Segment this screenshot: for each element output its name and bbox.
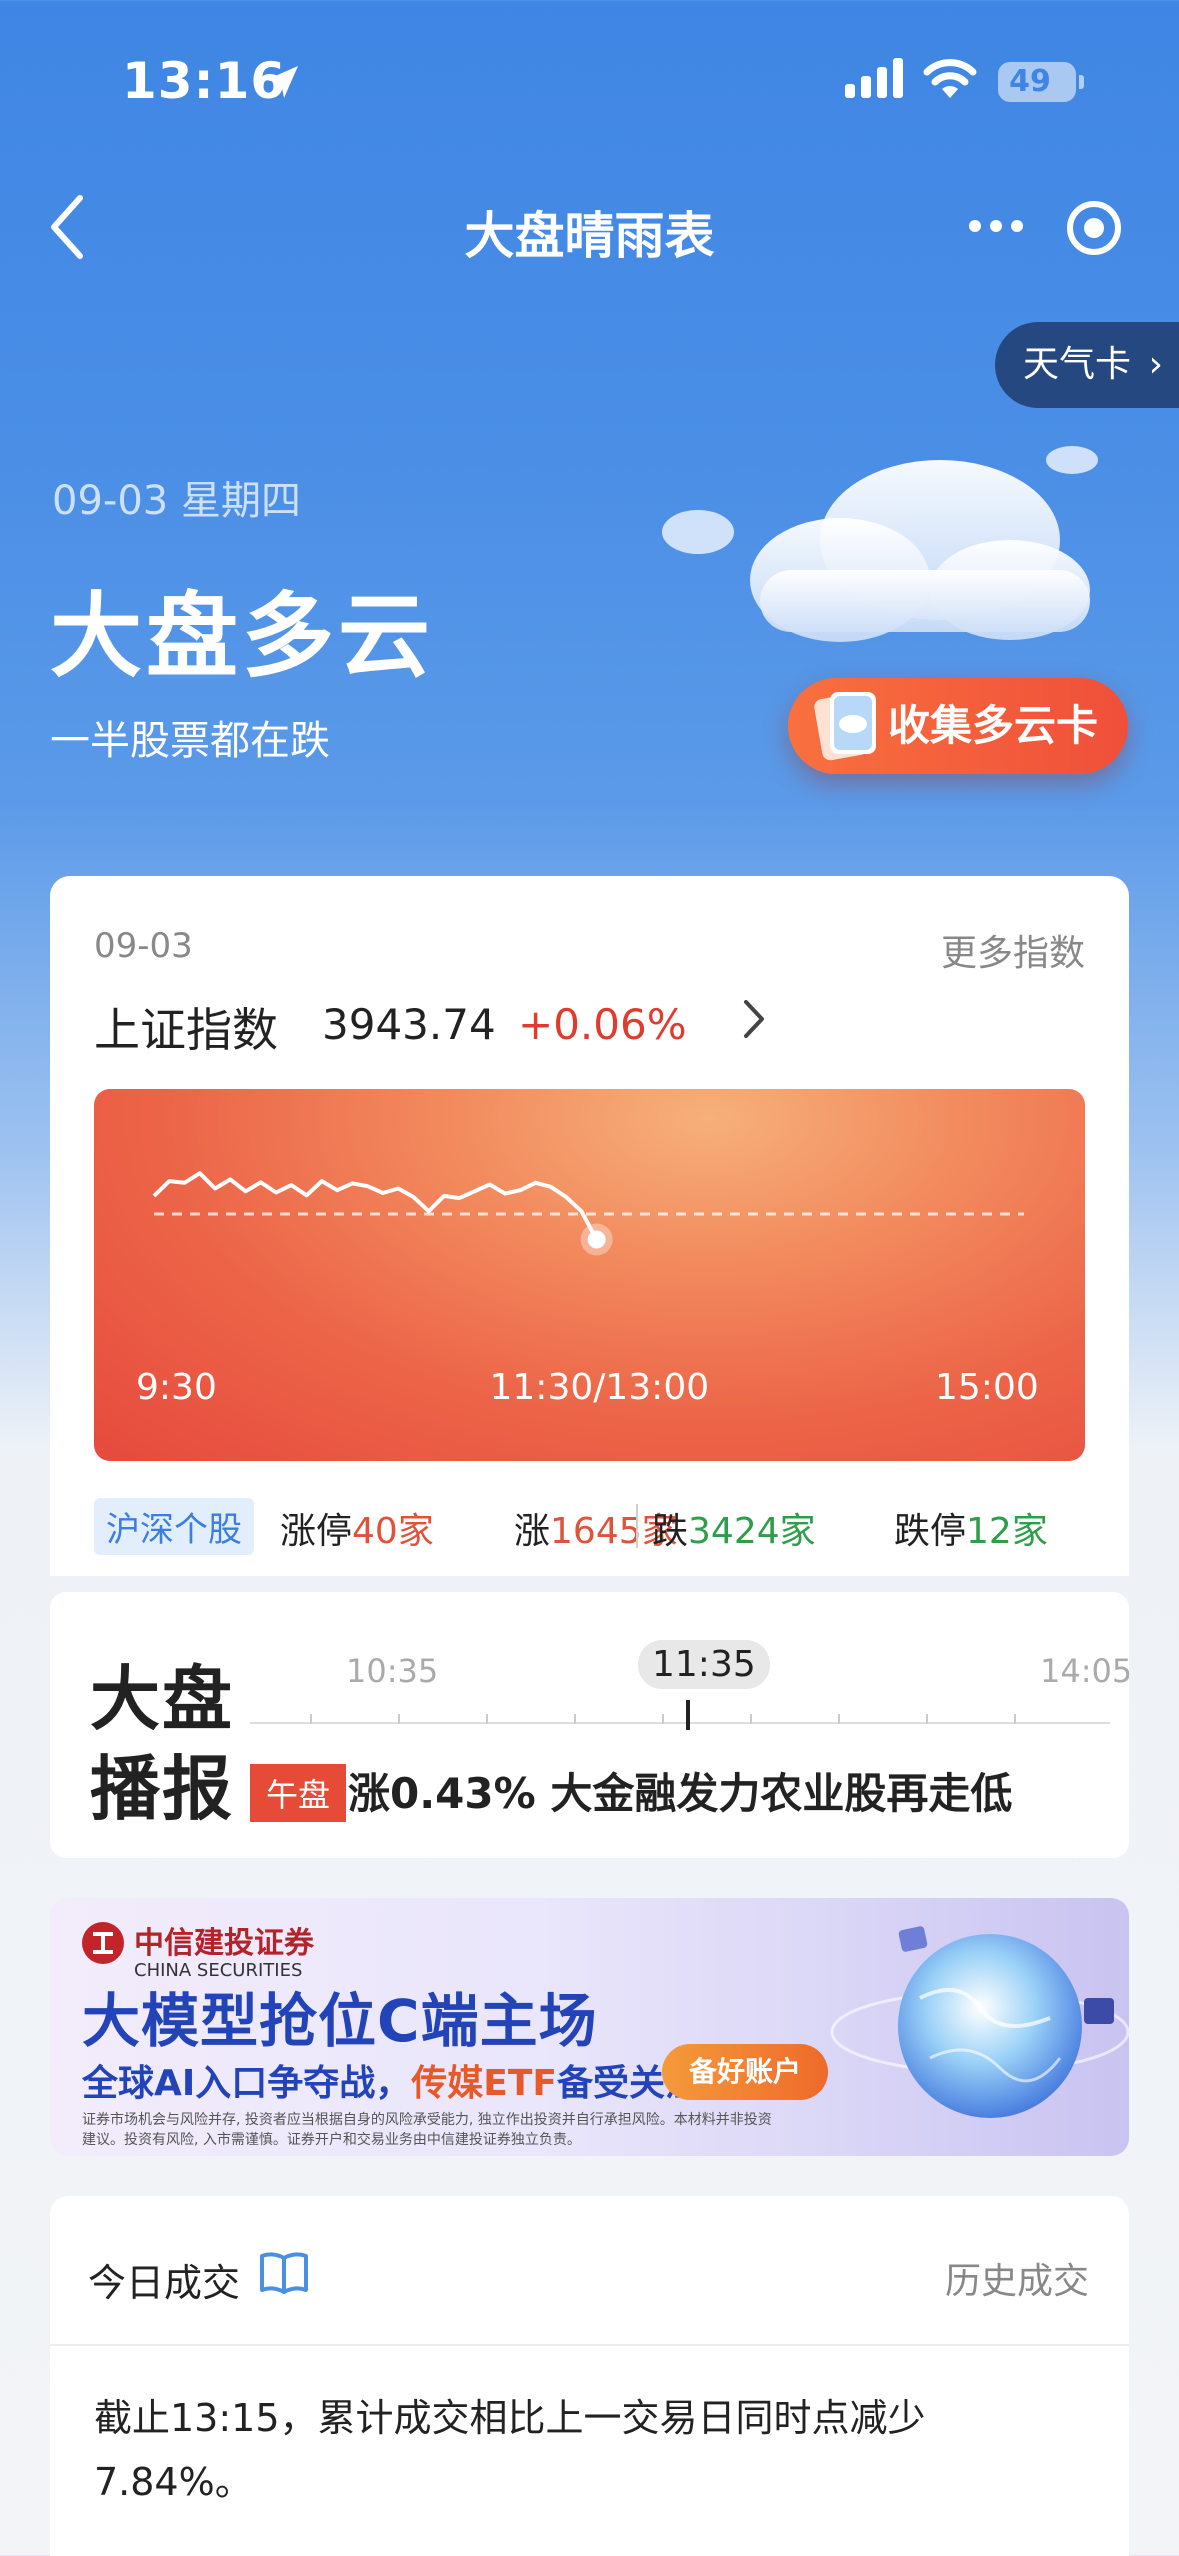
battery-level: 49 [1009, 64, 1051, 99]
weather-card-label: 天气卡 [1023, 344, 1132, 385]
x-tick-label: 11:30/13:00 [489, 1367, 710, 1408]
cellular-signal-icon [845, 58, 903, 98]
broadcast-logo-line2: 播报 [90, 1748, 234, 1830]
book-icon[interactable] [258, 2246, 310, 2298]
weather-title: 大盘多云 [50, 583, 435, 690]
timeline-tick [398, 1714, 400, 1724]
limit-down-count: 12家 [966, 1511, 1048, 1552]
timeline-tick [662, 1714, 664, 1724]
chevron-right-icon: › [1148, 344, 1163, 385]
broadcast-logo-line1: 大盘 [90, 1658, 234, 1740]
history-turnover-link[interactable]: 历史成交 [945, 2252, 1089, 2304]
timeline-tick [926, 1714, 928, 1724]
ad-banner[interactable]: 中信建投证券 CHINA SECURITIES 大模型抢位C端主场 全球AI入口… [50, 1898, 1129, 2156]
timeline-current-time[interactable]: 11:35 [638, 1640, 770, 1689]
chevron-right-icon[interactable] [740, 994, 770, 1044]
timeline-axis [250, 1722, 1110, 1724]
more-indices-link[interactable]: 更多指数 [941, 924, 1085, 976]
index-card: 09-03 更多指数 上证指数 3943.74 +0.06% 9:30 11:3… [50, 876, 1129, 1576]
broadcast-timeline[interactable]: 10:35 11:35 14:05 [250, 1632, 1129, 1732]
collect-card-label: 收集多云卡 [888, 701, 1099, 750]
limit-up-label: 涨停 [280, 1511, 353, 1552]
timeline-tick [838, 1714, 840, 1724]
ad-brand-cn: 中信建投证券 [134, 1926, 314, 1961]
ad-cta-button[interactable]: 备好账户 [662, 2044, 828, 2100]
market-breadth-stats: 沪深个股 涨停40家 涨1645家 跌3424家 跌停12家 [94, 1496, 1094, 1556]
down-count: 3424家 [688, 1511, 816, 1552]
location-arrow-icon [266, 66, 298, 98]
weather-subtitle: 一半股票都在跌 [50, 718, 330, 764]
turnover-title: 今日成交 [88, 2261, 241, 2305]
down-stat: 跌3424家 [652, 1502, 816, 1554]
current-point [587, 1230, 606, 1249]
timeline-tick [486, 1714, 488, 1724]
turnover-card: 今日成交 历史成交 截止13:15，累计成交相比上一交易日同时点减少7.84%。 [50, 2196, 1129, 2556]
limit-down-stat: 跌停12家 [894, 1502, 1048, 1554]
cloud-illustration-icon [662, 446, 1098, 642]
close-miniapp-icon[interactable] [1066, 200, 1122, 256]
timeline-tick [750, 1714, 752, 1724]
stats-divider [636, 1504, 638, 1548]
ad-title: 大模型抢位C端主场 [82, 1987, 598, 2055]
turnover-description: 截止13:15，累计成交相比上一交易日同时点减少7.84%。 [94, 2396, 926, 2504]
ad-subtitle-a: 全球AI入口争夺战， [82, 2063, 412, 2104]
ad-subtitle: 全球AI入口争夺战，传媒ETF备受关注 [82, 2054, 701, 2106]
broadcast-headline[interactable]: 涨0.43% 大金融发力农业股再走低 [348, 1760, 1012, 1821]
index-date: 09-03 [94, 926, 193, 966]
status-bar: 13:16 49 [0, 0, 1179, 170]
index-value: 3943.74 [322, 1000, 496, 1049]
limit-down-label: 跌停 [894, 1511, 967, 1552]
nav-bar: 大盘晴雨表 [0, 170, 1179, 285]
weather-card-tab[interactable]: 天气卡 › [995, 322, 1179, 408]
ad-subtitle-highlight: 传媒ETF [411, 2063, 558, 2104]
down-label: 跌 [652, 1511, 689, 1552]
market-broadcast-card[interactable]: 大盘 播报 10:35 11:35 14:05 午盘 涨0.43% 大金融发力农… [50, 1592, 1129, 1858]
ad-disclaimer: 证券市场机会与风险并存, 投资者应当根据自身的风险承受能力, 独立作出投资并自行… [82, 2112, 772, 2148]
collect-card-button[interactable]: 收集多云卡 [788, 678, 1128, 774]
index-name[interactable]: 上证指数 [94, 994, 278, 1060]
timeline-tick [574, 1714, 576, 1724]
intraday-chart[interactable]: 9:30 11:30/13:00 15:00 [94, 1089, 1085, 1461]
hero-date: 09-03 星期四 [52, 478, 301, 524]
wifi-icon [923, 59, 977, 98]
globe-illustration-icon [830, 1926, 1129, 2118]
turnover-divider [50, 2344, 1129, 2346]
timeline-time[interactable]: 10:35 [346, 1652, 438, 1690]
weather-card-icon [814, 692, 876, 761]
index-series-line [152, 1171, 599, 1241]
timeline-needle [686, 1700, 690, 1730]
up-label: 涨 [514, 1511, 551, 1552]
stock-scope-tag[interactable]: 沪深个股 [94, 1498, 254, 1555]
limit-up-stat: 涨停40家 [280, 1502, 434, 1554]
timeline-time[interactable]: 14:05 [1040, 1652, 1129, 1690]
broadcast-logo: 大盘 播报 [90, 1654, 234, 1834]
x-tick-label: 15:00 [935, 1367, 1039, 1408]
session-tag: 午盘 [250, 1764, 347, 1822]
brand-logo-icon [82, 1922, 124, 1964]
timeline-tick [310, 1714, 312, 1724]
more-dots-icon[interactable] [968, 218, 1024, 234]
battery-icon: 49 [998, 62, 1084, 102]
index-change: +0.06% [518, 1000, 687, 1049]
timeline-tick [1014, 1714, 1016, 1724]
x-tick-label: 9:30 [136, 1367, 217, 1408]
ad-brand-name: 中信建投证券 CHINA SECURITIES [134, 1918, 314, 1981]
limit-up-count: 40家 [352, 1511, 434, 1552]
